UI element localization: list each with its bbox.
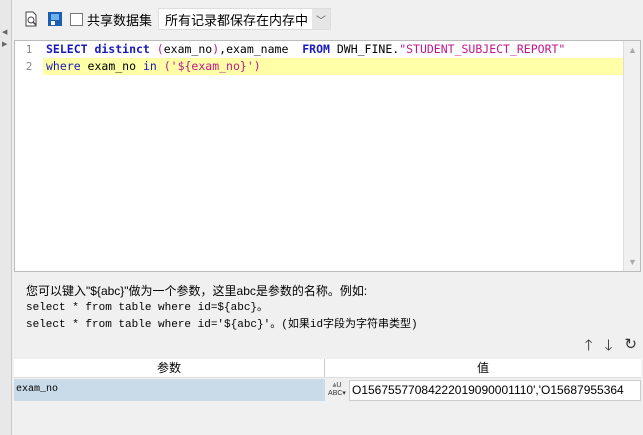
- line-number: 1: [25, 43, 33, 56]
- identifier: exam_no: [80, 59, 143, 73]
- parameter-hint: 您可以键入"${abc}"做为一个参数，这里abc是参数的名称。例如: sele…: [26, 283, 418, 334]
- identifier: exam_no: [163, 42, 213, 56]
- preview-icon[interactable]: [22, 10, 40, 28]
- parameters-table: 参数 值 exam_no ⩓U ABC▾ O1567557708422201909…: [14, 359, 641, 435]
- line-number-gutter: 1 2: [15, 41, 43, 271]
- save-icon[interactable]: [46, 10, 64, 28]
- hint-example: select * from table where id=${abc}。: [26, 302, 269, 314]
- share-dataset-label: 共享数据集: [87, 12, 153, 28]
- vertical-scrollbar[interactable]: ▲ ▼: [623, 41, 640, 271]
- cache-mode-select[interactable]: 所有记录都保存在内存中 ﹀: [158, 8, 332, 30]
- move-down-icon[interactable]: 🡓: [605, 335, 613, 360]
- keyword: SELECT distinct: [46, 42, 150, 56]
- column-header-value[interactable]: 值: [325, 359, 641, 377]
- table-header: 参数 值: [14, 359, 641, 378]
- hint-example: select * from table where id='${abc}'。(如…: [26, 319, 418, 331]
- keyword: in: [142, 59, 157, 73]
- param-value-cell: ⩓U ABC▾ O15675577084222019090001110','O15…: [325, 379, 641, 401]
- identifier: ,exam_name: [219, 42, 303, 56]
- paren: (: [156, 42, 164, 56]
- toolbar: 共享数据集 所有记录都保存在内存中 ﹀: [14, 6, 643, 32]
- code-line: SELECT distinct (exam_no),exam_name FROM…: [43, 41, 623, 58]
- code-area[interactable]: SELECT distinct (exam_no),exam_name FROM…: [43, 41, 623, 75]
- column-header-param[interactable]: 参数: [14, 359, 325, 377]
- move-up-icon[interactable]: 🡑: [585, 335, 593, 360]
- param-value-input[interactable]: O15675577084222019090001110','O156879553…: [349, 379, 641, 401]
- hint-line: 您可以键入"${abc}"做为一个参数，这里abc是参数的名称。例如:: [26, 284, 368, 298]
- line-number: 2: [25, 60, 33, 73]
- param-actions: 🡑 🡓 ↻: [585, 335, 637, 360]
- cache-mode-value: 所有记录都保存在内存中: [165, 12, 309, 28]
- chevron-down-icon[interactable]: ﹀: [312, 9, 331, 29]
- param-name-cell[interactable]: exam_no: [14, 379, 325, 401]
- string-type-icon[interactable]: ⩓U ABC▾: [325, 382, 349, 398]
- keyword: FROM: [302, 42, 330, 56]
- checkbox-box[interactable]: [70, 12, 83, 26]
- collapse-left-icon[interactable]: ◀: [2, 28, 7, 36]
- code-line: where exam_no in ('${exam_no}'): [43, 58, 623, 75]
- string-literal: ('${exam_no}'): [163, 59, 261, 73]
- scroll-up-icon[interactable]: ▲: [628, 45, 637, 55]
- keyword: where: [46, 59, 81, 73]
- identifier: DWH_FINE.: [329, 42, 400, 56]
- scroll-down-icon[interactable]: ▼: [628, 257, 637, 267]
- refresh-icon[interactable]: ↻: [624, 335, 637, 360]
- left-panel-strip[interactable]: ◀ ▶: [0, 0, 12, 435]
- share-dataset-checkbox[interactable]: 共享数据集: [70, 10, 152, 29]
- sql-editor[interactable]: 1 2 SELECT distinct (exam_no),exam_name …: [14, 40, 641, 272]
- string-literal: "STUDENT_SUBJECT_REPORT": [399, 42, 566, 56]
- expand-right-icon[interactable]: ▶: [2, 40, 7, 48]
- table-row[interactable]: exam_no ⩓U ABC▾ O156755770842220190900011…: [14, 379, 641, 401]
